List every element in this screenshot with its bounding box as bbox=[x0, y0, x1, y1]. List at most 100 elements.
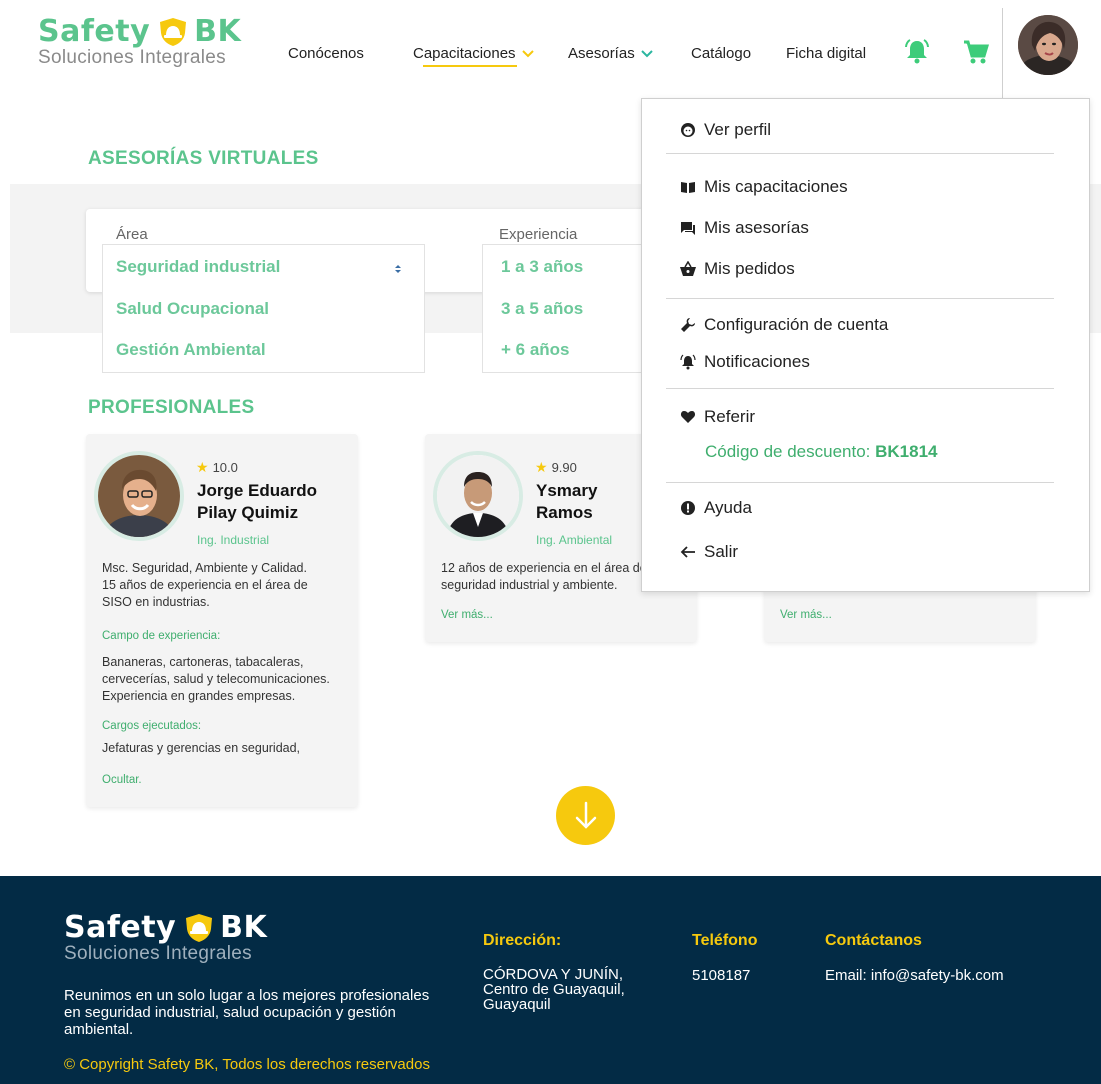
bell-icon[interactable] bbox=[903, 38, 931, 66]
menu-notifications[interactable]: Notificaciones bbox=[680, 352, 810, 372]
footer-phone-title: Teléfono bbox=[692, 932, 758, 949]
menu-help[interactable]: Ayuda bbox=[680, 498, 752, 518]
menu-label: Mis capacitaciones bbox=[704, 177, 848, 196]
logo-name-left: Safety bbox=[38, 14, 151, 49]
footer-address: CÓRDOVA Y JUNÍN, Centro de Guayaquil, Gu… bbox=[483, 967, 625, 1012]
menu-label: Ayuda bbox=[704, 498, 752, 517]
menu-divider bbox=[666, 388, 1054, 389]
experience-dropdown[interactable]: 1 a 3 años 3 a 5 años + 6 años bbox=[482, 244, 652, 373]
professional-description: 12 años de experiencia en el área de seg… bbox=[441, 560, 647, 594]
menu-divider bbox=[666, 153, 1054, 154]
nav-label: Asesorías bbox=[568, 45, 635, 62]
basket-icon bbox=[680, 261, 696, 276]
nav-conocenos[interactable]: Conócenos bbox=[288, 45, 364, 62]
menu-label: Notificaciones bbox=[704, 352, 810, 371]
experience-field-label: Campo de experiencia: bbox=[102, 630, 221, 642]
menu-my-advisories[interactable]: Mis asesorías bbox=[680, 218, 809, 238]
menu-view-profile[interactable]: Ver perfil bbox=[680, 120, 771, 140]
professional-rating: ★ 10.0 bbox=[196, 459, 238, 476]
user-avatar[interactable] bbox=[1018, 15, 1078, 75]
professionals-title: PROFESIONALES bbox=[88, 397, 255, 418]
arrow-left-icon bbox=[680, 546, 695, 558]
show-more-link[interactable]: Ver más... bbox=[780, 609, 832, 621]
professional-avatar bbox=[94, 451, 184, 541]
area-filter-label: Área bbox=[116, 226, 148, 243]
star-icon: ★ bbox=[196, 459, 209, 475]
hide-details-link[interactable]: Ocultar. bbox=[102, 774, 142, 786]
discount-label: Código de descuento: bbox=[705, 442, 876, 461]
book-icon bbox=[681, 182, 695, 193]
experience-option-6-plus[interactable]: + 6 años bbox=[501, 340, 570, 360]
cart-icon[interactable] bbox=[962, 38, 990, 66]
experience-field-text: Bananeras, cartoneras, tabacaleras, cerv… bbox=[102, 654, 330, 705]
footer-address-title: Dirección: bbox=[483, 932, 562, 949]
show-more-link[interactable]: Ver más... bbox=[441, 609, 493, 621]
area-option-salud[interactable]: Salud Ocupacional bbox=[116, 299, 269, 319]
select-arrows-icon bbox=[395, 265, 401, 273]
menu-divider bbox=[666, 298, 1054, 299]
footer-logo[interactable]: Safety BK Soluciones Integrales bbox=[64, 910, 267, 965]
site-logo[interactable]: Safety BK Soluciones Integrales bbox=[38, 14, 241, 69]
name-line: Jorge Eduardo bbox=[197, 481, 317, 500]
footer-contact-title: Contáctanos bbox=[825, 932, 922, 949]
nav-catalogo[interactable]: Catálogo bbox=[691, 45, 751, 62]
area-option-seguridad[interactable]: Seguridad industrial bbox=[116, 257, 280, 277]
address-line: Centro de Guayaquil, bbox=[483, 981, 625, 998]
footer-copyright: © Copyright Safety BK, Todos los derecho… bbox=[64, 1056, 430, 1073]
positions-text: Jefaturas y gerencias en seguridad, bbox=[102, 741, 301, 755]
name-line: Ysmary bbox=[536, 481, 598, 500]
site-footer: Safety BK Soluciones Integrales Reunimos… bbox=[0, 876, 1101, 1084]
logo-name-right: BK bbox=[194, 14, 242, 49]
chat-icon bbox=[681, 222, 695, 235]
professional-name: Ysmary Ramos bbox=[536, 480, 597, 524]
menu-label: Referir bbox=[704, 407, 756, 426]
field-line: cervecerías, salud y telecomunicaciones. bbox=[102, 672, 330, 686]
menu-logout[interactable]: Salir bbox=[680, 542, 738, 562]
menu-my-orders[interactable]: Mis pedidos bbox=[680, 259, 795, 279]
desc-line: 15 años de experiencia en el área de bbox=[102, 578, 308, 592]
nav-active-underline bbox=[423, 65, 517, 67]
nav-ficha-digital[interactable]: Ficha digital bbox=[786, 45, 866, 62]
positions-label: Cargos ejecutados: bbox=[102, 720, 202, 732]
desc-line: SISO en industrias. bbox=[102, 595, 210, 609]
arrow-down-icon bbox=[575, 801, 596, 829]
nav-asesorias[interactable]: Asesorías bbox=[568, 45, 653, 62]
nav-capacitaciones[interactable]: Capacitaciones bbox=[413, 45, 534, 62]
nav-label: Ficha digital bbox=[786, 45, 867, 62]
footer-desc-line: ambiental. bbox=[64, 1021, 134, 1038]
scroll-down-button[interactable] bbox=[556, 786, 615, 845]
helmet-shield-icon bbox=[186, 913, 213, 942]
menu-refer[interactable]: Referir bbox=[680, 407, 755, 427]
experience-option-1-3[interactable]: 1 a 3 años bbox=[501, 257, 583, 277]
logo-name-right: BK bbox=[220, 910, 268, 945]
menu-label: Ver perfil bbox=[704, 120, 772, 139]
user-photo bbox=[1018, 15, 1078, 75]
menu-label: Configuración de cuenta bbox=[704, 315, 889, 334]
name-line: Ramos bbox=[536, 503, 593, 522]
desc-line: Msc. Seguridad, Ambiente y Calidad. bbox=[102, 561, 307, 575]
page-title: ASESORÍAS VIRTUALES bbox=[88, 148, 319, 169]
experience-option-3-5[interactable]: 3 a 5 años bbox=[501, 299, 583, 319]
field-line: Bananeras, cartoneras, tabacaleras, bbox=[102, 655, 304, 669]
face-icon bbox=[681, 123, 695, 137]
menu-my-trainings[interactable]: Mis capacitaciones bbox=[680, 177, 848, 197]
chevron-down-icon bbox=[521, 49, 534, 57]
footer-phone[interactable]: 5108187 bbox=[692, 967, 750, 984]
rating-value: 10.0 bbox=[212, 460, 238, 475]
footer-description: Reunimos en un solo lugar a los mejores … bbox=[64, 987, 429, 1038]
user-menu: Ver perfil Mis capacitaciones Mis asesor… bbox=[641, 98, 1090, 592]
footer-email[interactable]: Email: info@safety-bk.com bbox=[825, 967, 1004, 984]
professional-card: ★ 10.0 Jorge Eduardo Pilay Quimiz Ing. I… bbox=[86, 434, 358, 807]
discount-code: BK1814 bbox=[875, 442, 938, 461]
helmet-shield-icon bbox=[160, 17, 187, 46]
footer-desc-line: Reunimos en un solo lugar a los mejores … bbox=[64, 987, 430, 1004]
footer-desc-line: en seguridad industrial, salud ocupación… bbox=[64, 1004, 396, 1021]
area-dropdown[interactable]: Seguridad industrial Salud Ocupacional G… bbox=[102, 244, 425, 373]
area-option-ambiental[interactable]: Gestión Ambiental bbox=[116, 340, 266, 360]
professional-rating: ★ 9.90 bbox=[535, 459, 577, 476]
professional-name: Jorge Eduardo Pilay Quimiz bbox=[197, 480, 317, 524]
experience-filter-label: Experiencia bbox=[499, 226, 578, 243]
address-line: Guayaquil bbox=[483, 996, 551, 1013]
logo-name-left: Safety bbox=[64, 910, 177, 945]
menu-account-settings[interactable]: Configuración de cuenta bbox=[680, 315, 888, 335]
